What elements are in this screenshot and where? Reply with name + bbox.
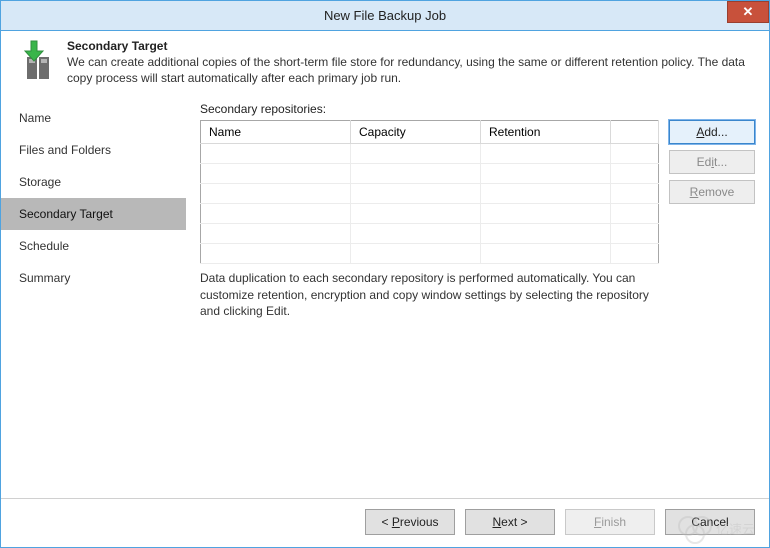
- window-title: New File Backup Job: [1, 8, 769, 23]
- repositories-table-wrap: Name Capacity Retention: [200, 120, 659, 264]
- col-name[interactable]: Name: [201, 121, 351, 144]
- remove-button: Remove: [669, 180, 755, 204]
- next-button[interactable]: Next >: [465, 509, 555, 535]
- header-text-block: Secondary Target We can create additiona…: [67, 39, 757, 86]
- table-row: [201, 244, 659, 264]
- page-header: Secondary Target We can create additiona…: [1, 31, 769, 96]
- cancel-button[interactable]: Cancel: [665, 509, 755, 535]
- wizard-steps-nav: Name Files and Folders Storage Secondary…: [1, 96, 186, 498]
- nav-step-storage[interactable]: Storage: [1, 166, 186, 198]
- nav-step-schedule[interactable]: Schedule: [1, 230, 186, 262]
- nav-step-secondary-target[interactable]: Secondary Target: [1, 198, 186, 230]
- secondary-target-icon: [13, 39, 55, 81]
- nav-step-summary[interactable]: Summary: [1, 262, 186, 294]
- repositories-table[interactable]: Name Capacity Retention: [200, 120, 659, 264]
- previous-button[interactable]: < Previous: [365, 509, 455, 535]
- close-icon: ✕: [743, 4, 754, 20]
- wizard-body: Name Files and Folders Storage Secondary…: [1, 96, 769, 498]
- table-row: [201, 224, 659, 244]
- col-blank: [611, 121, 659, 144]
- side-buttons: Add... Edit... Remove: [669, 120, 755, 264]
- footer-buttons: < Previous Next > Finish Cancel: [1, 498, 769, 547]
- content-pane: Secondary repositories: Name Capacity Re…: [186, 96, 769, 498]
- table-row: [201, 184, 659, 204]
- add-button[interactable]: Add...: [669, 120, 755, 144]
- content-row: Name Capacity Retention: [200, 120, 755, 264]
- edit-button: Edit...: [669, 150, 755, 174]
- finish-button: Finish: [565, 509, 655, 535]
- page-title: Secondary Target: [67, 39, 757, 53]
- table-row: [201, 144, 659, 164]
- table-row: [201, 204, 659, 224]
- col-capacity[interactable]: Capacity: [351, 121, 481, 144]
- close-button[interactable]: ✕: [727, 1, 769, 23]
- repositories-label: Secondary repositories:: [200, 102, 755, 116]
- hint-text: Data duplication to each secondary repos…: [200, 270, 660, 319]
- nav-step-name[interactable]: Name: [1, 102, 186, 134]
- col-retention[interactable]: Retention: [481, 121, 611, 144]
- nav-step-files-and-folders[interactable]: Files and Folders: [1, 134, 186, 166]
- table-row: [201, 164, 659, 184]
- dialog-window: New File Backup Job ✕ Secondary Target W…: [0, 0, 770, 548]
- page-description: We can create additional copies of the s…: [67, 54, 757, 86]
- title-bar: New File Backup Job ✕: [1, 1, 769, 31]
